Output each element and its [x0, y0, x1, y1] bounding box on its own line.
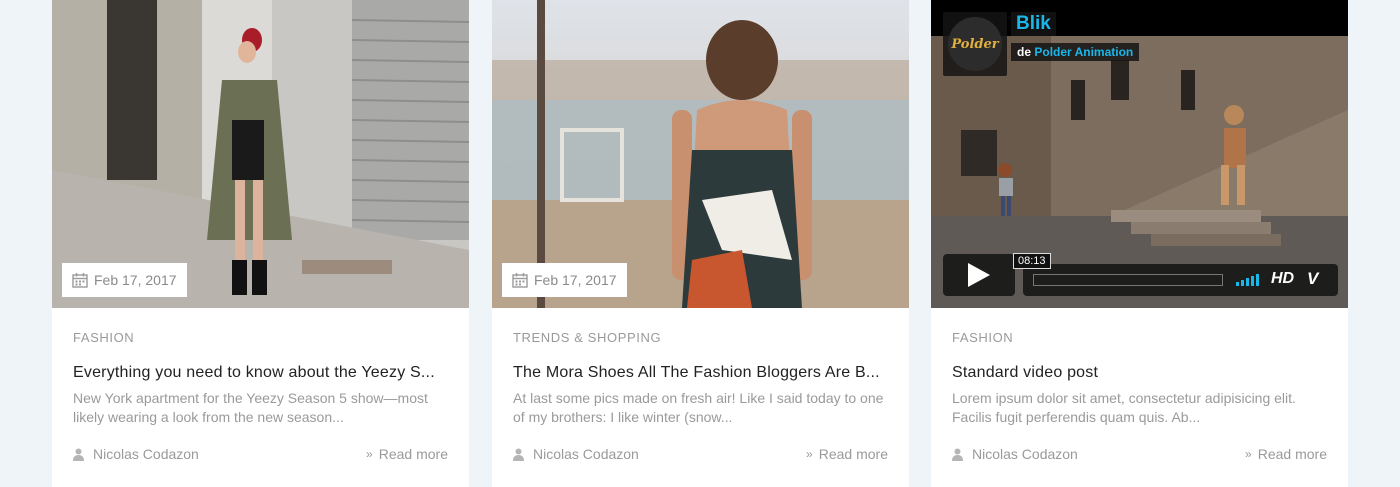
vimeo-logo[interactable]: V	[1307, 269, 1318, 289]
post-excerpt: Lorem ipsum dolor sit amet, consectetur …	[952, 390, 1296, 425]
post-card: Feb 17, 2017 FASHION Everything you need…	[52, 0, 469, 487]
post-image[interactable]: Feb 17, 2017	[52, 0, 469, 308]
read-more-label: Read more	[1257, 446, 1327, 462]
video-byline: de Polder Animation	[1011, 43, 1140, 61]
video-player[interactable]: Polder Blik de Polder Animation HD V 08:…	[931, 0, 1348, 308]
volume-icon[interactable]	[1236, 274, 1259, 286]
video-controls: HD V	[1023, 264, 1338, 296]
double-chevron-right-icon: »	[366, 447, 373, 461]
video-time: 08:13	[1013, 253, 1051, 269]
read-more-label: Read more	[378, 446, 448, 462]
user-icon	[513, 448, 524, 461]
user-icon	[73, 448, 84, 461]
post-date: Feb 17, 2017	[534, 272, 617, 288]
calendar-icon	[72, 272, 88, 288]
post-title[interactable]: The Mora Shoes All The Fashion Bloggers …	[513, 364, 889, 382]
post-category[interactable]: FASHION	[952, 330, 1013, 345]
read-more-link[interactable]: » Read more	[1245, 446, 1327, 462]
post-author-name: Nicolas Codazon	[533, 446, 639, 462]
play-button[interactable]	[943, 254, 1015, 296]
double-chevron-right-icon: »	[806, 447, 813, 461]
progress-track[interactable]	[1033, 274, 1223, 286]
post-excerpt: At last some pics made on fresh air! Lik…	[513, 390, 884, 425]
video-by-prefix: de	[1017, 45, 1032, 59]
double-chevron-right-icon: »	[1245, 447, 1252, 461]
post-date-badge: Feb 17, 2017	[502, 263, 627, 297]
post-author[interactable]: Nicolas Codazon	[73, 446, 199, 462]
post-card: Polder Blik de Polder Animation HD V 08:…	[931, 0, 1348, 487]
user-icon	[952, 448, 963, 461]
calendar-icon	[512, 272, 528, 288]
post-category[interactable]: FASHION	[73, 330, 134, 345]
read-more-link[interactable]: » Read more	[806, 446, 888, 462]
post-author[interactable]: Nicolas Codazon	[952, 446, 1078, 462]
post-image[interactable]: Feb 17, 2017	[492, 0, 909, 308]
channel-logo-text: Polder	[948, 17, 1002, 71]
post-date-badge: Feb 17, 2017	[62, 263, 187, 297]
hd-toggle[interactable]: HD	[1271, 270, 1294, 288]
video-title[interactable]: Blik	[1011, 12, 1056, 36]
post-category[interactable]: TRENDS & SHOPPING	[513, 330, 661, 345]
post-title[interactable]: Everything you need to know about the Ye…	[73, 364, 449, 382]
post-author-name: Nicolas Codazon	[93, 446, 199, 462]
post-title[interactable]: Standard video post	[952, 364, 1328, 382]
read-more-label: Read more	[818, 446, 888, 462]
play-icon	[968, 263, 990, 287]
post-date: Feb 17, 2017	[94, 272, 177, 288]
channel-logo[interactable]: Polder	[943, 12, 1007, 76]
post-excerpt: New York apartment for the Yeezy Season …	[73, 390, 428, 425]
post-card: Feb 17, 2017 TRENDS & SHOPPING The Mora …	[492, 0, 909, 487]
post-author-name: Nicolas Codazon	[972, 446, 1078, 462]
read-more-link[interactable]: » Read more	[366, 446, 448, 462]
video-channel-link[interactable]: Polder Animation	[1034, 45, 1133, 59]
post-author[interactable]: Nicolas Codazon	[513, 446, 639, 462]
